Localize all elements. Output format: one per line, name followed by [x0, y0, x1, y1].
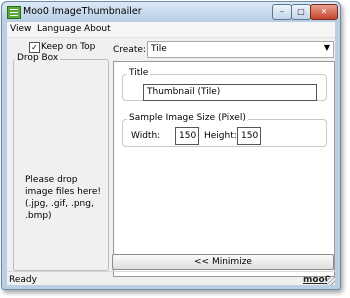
app-icon	[7, 6, 21, 19]
status-text: Ready	[9, 275, 37, 285]
width-input[interactable]: 150	[175, 127, 199, 145]
width-label: Width:	[131, 131, 161, 141]
keep-on-top-label[interactable]: Keep on Top	[41, 42, 95, 52]
size-group-legend: Sample Image Size (Pixel)	[127, 113, 248, 123]
window-close-button[interactable]: ✕	[310, 4, 338, 20]
app-window: Moo0 ImageThumbnailer – □ ✕ View Languag…	[1, 1, 341, 290]
window-title: Moo0 ImageThumbnailer	[23, 6, 142, 17]
left-panel: ✓ Keep on Top Drop Box Please drop image…	[8, 38, 109, 271]
keep-on-top-checkbox[interactable]: ✓	[29, 42, 40, 53]
title-group-legend: Title	[127, 68, 151, 78]
window-maximize-button[interactable]: □	[291, 4, 311, 20]
menu-language[interactable]: Language	[37, 24, 81, 34]
chevron-down-icon[interactable]: ▼	[324, 43, 330, 52]
check-icon: ✓	[31, 43, 38, 52]
minimize-button[interactable]: << Minimize	[112, 254, 334, 270]
create-label: Create:	[113, 45, 146, 55]
width-input-value: 150	[179, 131, 197, 141]
title-input[interactable]: Thumbnail (Tile)	[143, 84, 317, 101]
drop-box[interactable]	[13, 59, 109, 271]
create-value: Tile	[151, 44, 167, 54]
title-input-value: Thumbnail (Tile)	[147, 87, 221, 97]
create-dropdown[interactable]: Tile ▼	[147, 41, 334, 58]
height-input-value: 150	[241, 131, 259, 141]
menu-view[interactable]: View	[10, 24, 31, 34]
title-bar[interactable]: Moo0 ImageThumbnailer – □ ✕	[2, 2, 340, 22]
drop-box-message: Please drop image files here! (.jpg, .gi…	[25, 175, 102, 221]
settings-panel: Title Thumbnail (Tile) Sample Image Size…	[113, 61, 335, 277]
resize-grip-icon[interactable]	[327, 277, 335, 285]
status-bar: Ready moo0	[7, 271, 335, 285]
height-input[interactable]: 150	[237, 127, 261, 145]
main-panel: Create: Tile ▼ Title Thumbnail (Tile) Sa…	[110, 38, 335, 277]
height-label: Height:	[204, 131, 237, 141]
drop-box-legend: Drop Box	[15, 53, 61, 63]
menu-bar: View Language About	[7, 22, 335, 38]
client-area: View Language About ✓ Keep on Top Drop B…	[7, 22, 335, 285]
window-minimize-button[interactable]: –	[272, 4, 292, 20]
menu-about[interactable]: About	[84, 24, 111, 34]
